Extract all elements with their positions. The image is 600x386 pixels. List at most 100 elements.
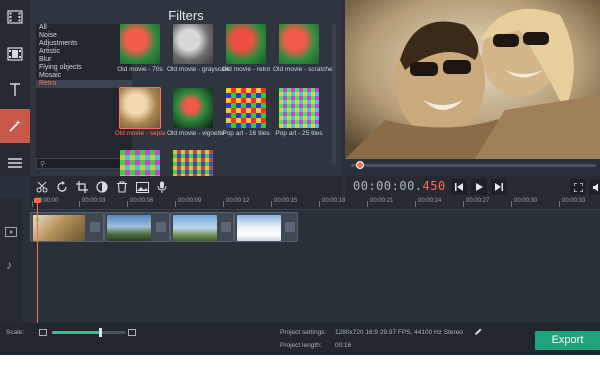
preview-frame-image [345, 0, 600, 159]
playhead[interactable] [37, 198, 38, 323]
filters-title: Filters [168, 8, 204, 23]
filter-thumbnails: Old movie - 70s Old movie - grayscale Ol… [114, 24, 334, 176]
next-frame-button[interactable] [491, 179, 507, 195]
filters-button[interactable] [0, 109, 30, 143]
scissors-icon [36, 181, 48, 193]
video-clip[interactable] [104, 212, 170, 242]
filter-thumb-old-movie-scratches[interactable]: Old movie - scratches [273, 24, 334, 73]
import-media-button[interactable] [0, 0, 30, 34]
filter-thumb-old-movie-grayscale[interactable]: Old movie - grayscale [167, 24, 230, 73]
ruler-tick: 00:00:03 [78, 198, 106, 207]
filter-label: Old movie - sepia [114, 130, 166, 137]
crop-button[interactable] [74, 179, 90, 195]
transition-icon[interactable] [90, 222, 100, 232]
export-button[interactable]: Export [535, 331, 600, 350]
filter-label: Old movie - scratches [273, 66, 334, 73]
film-import-icon [7, 10, 23, 24]
video-editor-window: Filters All Noise Adjustments Artistic B… [0, 0, 600, 355]
filter-label: Old movie - retro [221, 66, 271, 73]
zoom-in-icon[interactable] [128, 329, 136, 336]
video-track-icon [5, 227, 17, 237]
project-settings-label: Project settings: [280, 329, 327, 336]
preview-scrubber[interactable] [345, 159, 600, 173]
filter-thumb-partial[interactable] [114, 150, 166, 176]
editing-toolbar [30, 176, 342, 198]
tool-rail [0, 0, 30, 176]
project-length-value: 00:16 [335, 342, 352, 349]
play-icon [476, 183, 483, 191]
transition-icon[interactable] [285, 222, 295, 232]
previous-frame-button[interactable] [451, 179, 467, 195]
more-tools-button[interactable] [0, 146, 30, 180]
scale-slider-handle[interactable] [99, 328, 103, 337]
filter-thumb-old-movie-vignette[interactable]: Old movie - vignette [167, 88, 225, 137]
timecode-ms: 450 [422, 179, 446, 193]
video-clip[interactable] [234, 212, 298, 242]
speaker-icon [592, 183, 598, 191]
filter-preview-image [173, 24, 213, 64]
filter-thumb-old-movie-retro[interactable]: Old movie - retro [220, 24, 272, 73]
media-library-button[interactable] [0, 37, 30, 71]
fullscreen-button[interactable] [570, 179, 586, 195]
ruler-tick: 00:00:33 [558, 198, 586, 207]
ruler-tick: 00:00:15 [270, 198, 298, 207]
filter-label: Old movie - vignette [167, 130, 225, 137]
filter-thumb-pop-art-16-tiles[interactable]: Pop art - 16 tiles [220, 88, 272, 137]
video-clip[interactable] [170, 212, 234, 242]
fullscreen-icon [573, 182, 583, 192]
filter-label: Pop art - 16 tiles [222, 130, 270, 137]
trash-icon [117, 181, 127, 193]
scale-label: Scale: [6, 329, 25, 336]
scrubber-handle[interactable] [355, 161, 364, 169]
transition-icon[interactable] [156, 222, 166, 232]
scale-slider[interactable] [52, 331, 126, 334]
ruler-tick: 00:00:30 [510, 198, 538, 207]
menu-icon [8, 158, 22, 168]
filter-thumb-old-movie-sepia[interactable]: Old movie - sepia [114, 87, 166, 137]
filter-label: Pop art - 25 tiles [275, 130, 323, 137]
ruler-tick: 00:00:09 [174, 198, 202, 207]
timeline-ruler[interactable]: 00:00:00 00:00:03 00:00:06 00:00:09 00:0… [30, 198, 600, 210]
titles-button[interactable] [0, 73, 30, 107]
ruler-tick: 00:00:06 [126, 198, 154, 207]
delete-button[interactable] [114, 179, 130, 195]
play-button[interactable] [471, 179, 487, 195]
filter-preview-image [173, 150, 213, 176]
next-icon [495, 183, 503, 191]
timecode-display: 00:00:00.450 [353, 179, 446, 193]
filter-thumb-partial[interactable] [167, 150, 219, 176]
image-button[interactable] [134, 179, 150, 195]
filter-preview-image [120, 150, 160, 176]
transition-icon[interactable] [221, 222, 231, 232]
split-button[interactable] [34, 179, 50, 195]
rotate-icon [57, 181, 67, 192]
clip-thumbnail [107, 215, 151, 241]
video-clip[interactable]: ★ [30, 212, 104, 242]
filter-thumb-pop-art-25-tiles[interactable]: Pop art - 25 tiles [273, 88, 325, 137]
scrubber-track[interactable] [351, 164, 596, 167]
filter-preview-image [279, 24, 319, 64]
pencil-icon[interactable] [474, 328, 482, 336]
project-length-label: Project length: [280, 342, 322, 349]
filter-preview-image [173, 88, 213, 128]
record-audio-button[interactable] [154, 179, 170, 195]
filter-label: Old movie - grayscale [167, 66, 230, 73]
filter-preview-image [279, 88, 319, 128]
film-strip-icon [7, 47, 23, 61]
filter-thumb-old-movie-70s[interactable]: Old movie - 70s [114, 24, 166, 73]
music-track-icon: ♪ [6, 258, 12, 272]
clip-thumbnail [173, 215, 217, 241]
color-adjust-button[interactable] [94, 179, 110, 195]
volume-button[interactable] [589, 179, 600, 195]
zoom-out-icon[interactable] [39, 329, 47, 336]
thumbnails-scrollbar[interactable] [332, 24, 336, 164]
text-icon [10, 83, 20, 96]
magic-wand-icon [9, 120, 21, 132]
previous-icon [455, 183, 463, 191]
filter-preview-image [119, 87, 161, 129]
rotate-button[interactable] [54, 179, 70, 195]
ruler-tick: 00:00:21 [366, 198, 394, 207]
color-adjust-icon [96, 181, 108, 193]
player-controls: 00:00:00.450 [345, 176, 600, 198]
filter-preview-image [226, 24, 266, 64]
